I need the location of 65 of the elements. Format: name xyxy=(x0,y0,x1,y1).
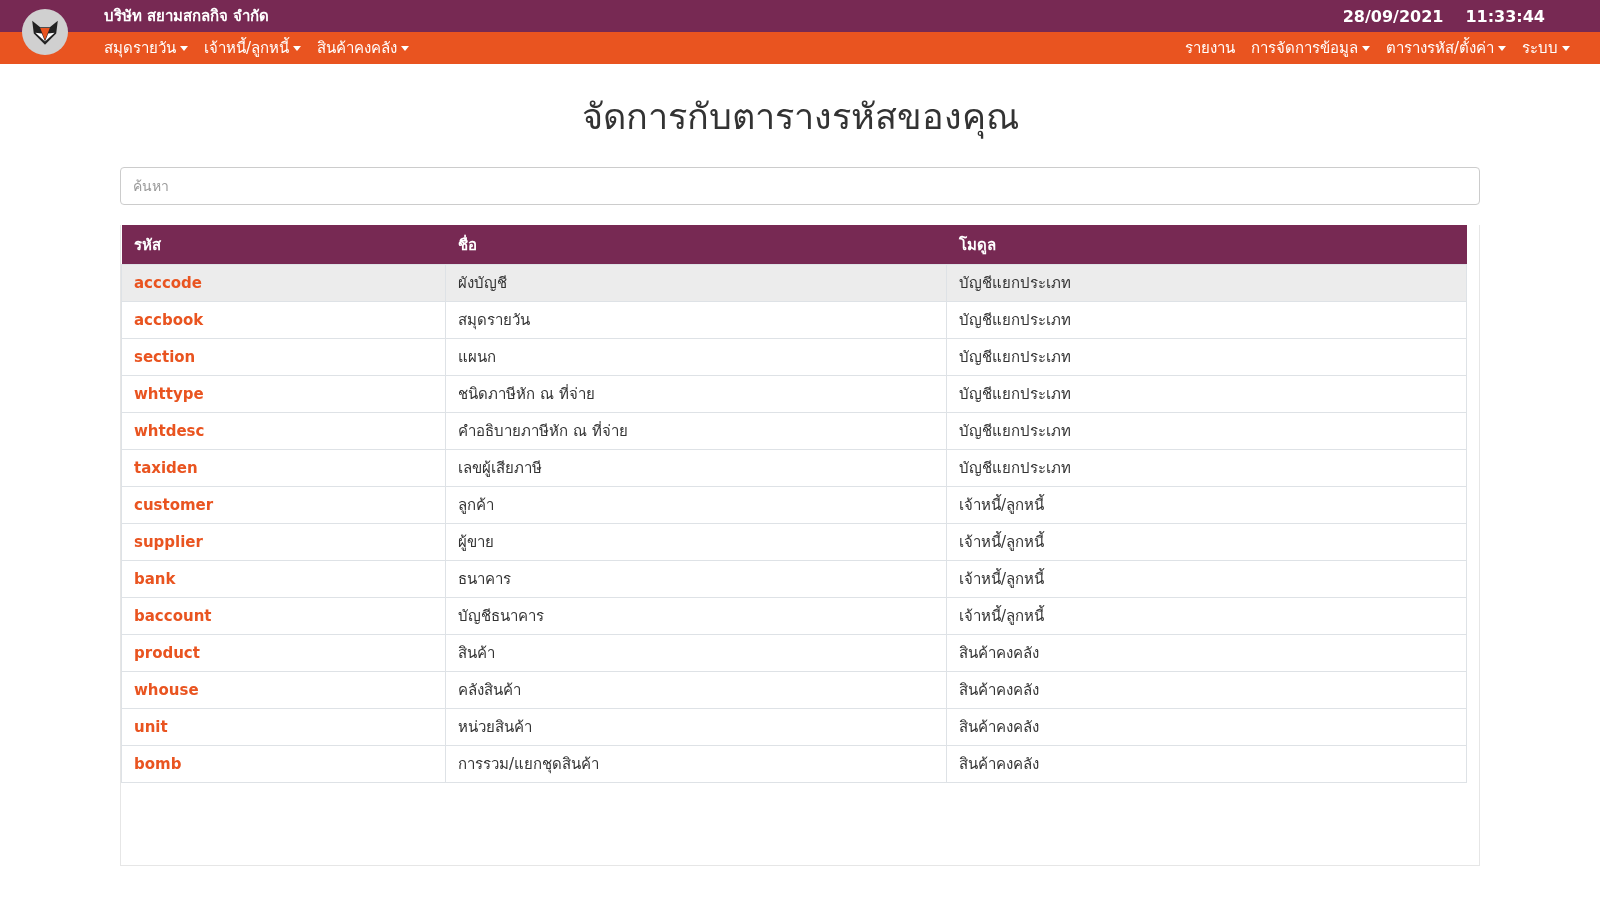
table-cell: บัญชีแยกประเภท xyxy=(946,412,1467,450)
table-cell: สินค้าคงคลัง xyxy=(946,745,1467,783)
date-text: 28/09/2021 xyxy=(1342,6,1444,26)
table-cell: ธนาคาร xyxy=(445,560,947,598)
code-link[interactable]: whouse xyxy=(121,671,446,709)
table-cell: เจ้าหนี้/ลูกหนี้ xyxy=(946,597,1467,635)
table-cell: บัญชีแยกประเภท xyxy=(946,449,1467,487)
table-cell: บัญชีแยกประเภท xyxy=(946,264,1467,302)
code-link[interactable]: accbook xyxy=(121,301,446,339)
table-cell: เลขผู้เสียภาษี xyxy=(445,449,947,487)
table-cell: เจ้าหนี้/ลูกหนี้ xyxy=(946,523,1467,561)
table-cell: สินค้าคงคลัง xyxy=(946,708,1467,746)
page-title: จัดการกับตารางรหัสของคุณ xyxy=(580,95,1020,141)
code-link[interactable]: customer xyxy=(121,486,446,524)
code-link[interactable]: baccount xyxy=(121,597,446,635)
table-cell: สินค้า xyxy=(445,634,947,672)
caret-icon xyxy=(293,45,302,51)
table-cell: ผู้ขาย xyxy=(445,523,947,561)
nav-link[interactable]: รายงาน xyxy=(1176,36,1243,60)
caret-icon xyxy=(180,45,188,51)
fox-logo-icon[interactable] xyxy=(22,9,68,55)
time-text: 11:33:44 xyxy=(1465,6,1545,26)
table-cell: ลูกค้า xyxy=(445,486,947,524)
table-cell: ผังบัญชี xyxy=(445,264,947,302)
code-link[interactable]: bank xyxy=(121,560,446,598)
code-link[interactable]: product xyxy=(121,634,446,672)
code-link[interactable]: supplier xyxy=(121,523,446,561)
code-link[interactable]: unit xyxy=(121,708,446,746)
table-cell: เจ้าหนี้/ลูกหนี้ xyxy=(946,486,1467,524)
caret-icon xyxy=(1562,45,1570,51)
code-link[interactable]: whttype xyxy=(121,375,446,413)
company-name: บริษัท สยามสกลกิจ จำกัด xyxy=(104,6,271,27)
caret-icon xyxy=(1498,45,1506,51)
table-cell: คลังสินค้า xyxy=(445,671,947,709)
dropdown-menu-link[interactable]: ตารางรหัส/ตั้งค่า xyxy=(1377,36,1514,60)
table-cell: บัญชีแยกประเภท xyxy=(946,375,1467,413)
code-link[interactable]: acccode xyxy=(121,264,446,302)
table-cell: บัญชีแยกประเภท xyxy=(946,338,1467,376)
table-cell: บัญชีแยกประเภท xyxy=(946,301,1467,339)
table-cell: แผนก xyxy=(445,338,947,376)
table-cell: สินค้าคงคลัง xyxy=(946,634,1467,672)
search-field[interactable]: ค้นหา xyxy=(120,167,1480,205)
code-link[interactable]: section xyxy=(121,338,446,376)
table-cell: สินค้าคงคลัง xyxy=(946,671,1467,709)
caret-icon xyxy=(1361,45,1370,51)
dropdown-menu-link[interactable]: เจ้าหนี้/ลูกหนี้ xyxy=(196,36,310,60)
code-link[interactable]: bomb xyxy=(121,745,446,783)
table-cell: ชนิดภาษีหัก ณ ที่จ่าย xyxy=(445,375,947,413)
table-cell: สมุดรายวัน xyxy=(445,301,947,339)
dropdown-menu-link[interactable]: ระบบ xyxy=(1514,36,1578,60)
column-header: โมดูล xyxy=(946,225,1467,265)
caret-icon xyxy=(401,45,410,51)
code-link[interactable]: taxiden xyxy=(121,449,446,487)
table-cell: การรวม/แยกชุดสินค้า xyxy=(445,745,947,783)
table-cell: เจ้าหนี้/ลูกหนี้ xyxy=(946,560,1467,598)
column-header: รหัส xyxy=(121,225,446,265)
highlighted-row[interactable]: acccode ผังบัญชี บัญชีแยกประเภท xyxy=(121,264,1467,302)
dropdown-menu-link[interactable]: การจัดการข้อมูล xyxy=(1242,36,1378,60)
column-header: ชื่อ xyxy=(445,225,947,265)
table-cell: หน่วยสินค้า xyxy=(445,708,947,746)
code-link[interactable]: whtdesc xyxy=(121,412,446,450)
table-cell: คำอธิบายภาษีหัก ณ ที่จ่าย xyxy=(445,412,947,450)
table-cell: บัญชีธนาคาร xyxy=(445,597,947,635)
dropdown-menu-link[interactable]: สินค้าคงคลัง xyxy=(309,36,418,60)
dropdown-menu-link[interactable]: สมุดรายวัน xyxy=(96,36,196,60)
